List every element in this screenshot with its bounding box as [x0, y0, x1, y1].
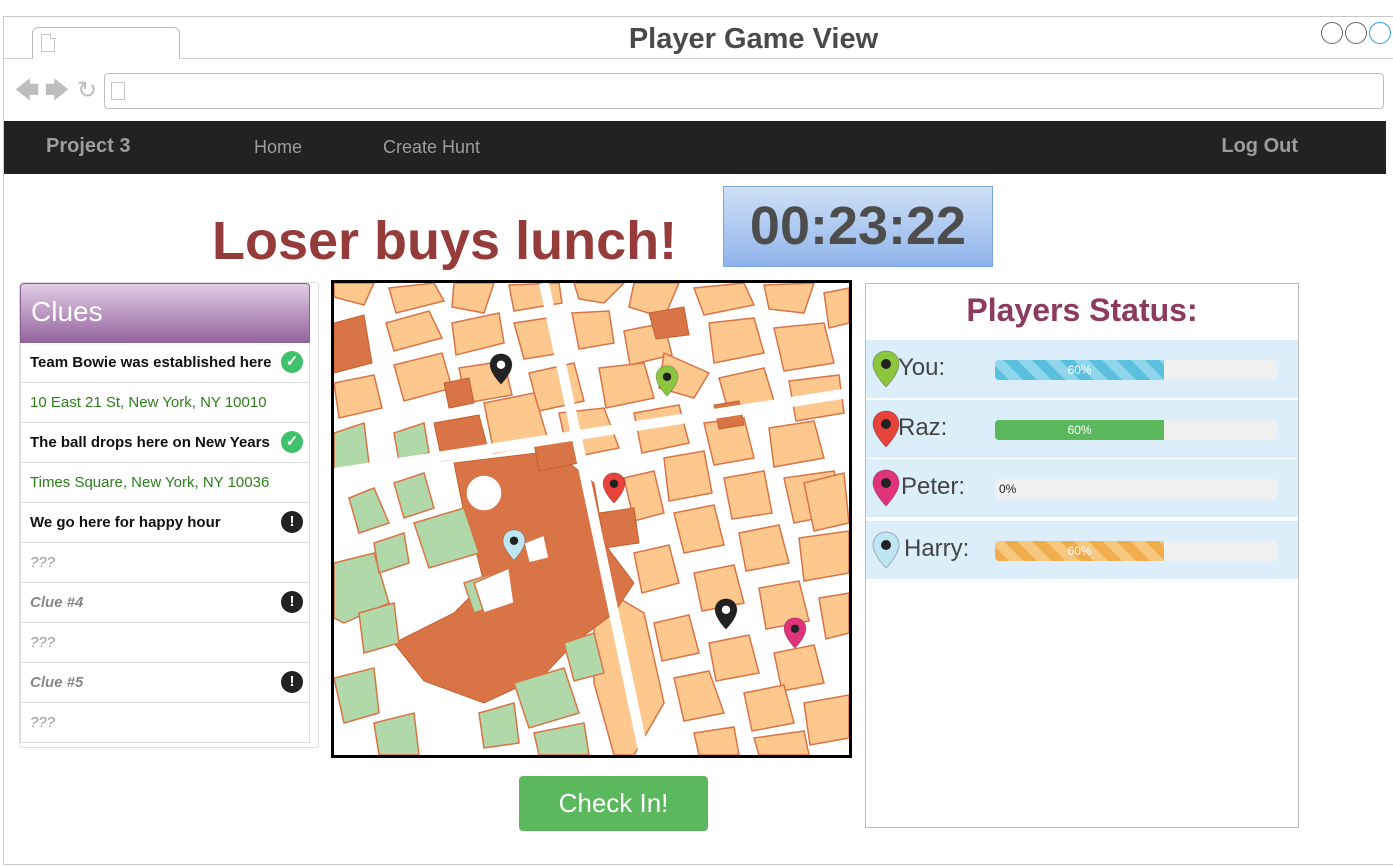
nav-link-create-hunt[interactable]: Create Hunt: [383, 137, 480, 158]
clue-text: ???: [30, 634, 56, 651]
player-name: Raz:: [898, 414, 948, 441]
map-pin-icon: [872, 410, 900, 448]
clue-address: Times Square, New York, NY 10036: [30, 474, 270, 491]
check-in-button[interactable]: Check In!: [519, 776, 708, 831]
title-bar: Player Game View: [4, 17, 1393, 59]
forward-arrow-icon[interactable]: 🡆: [44, 79, 70, 103]
restore-button[interactable]: [1345, 22, 1367, 44]
progress-bar: 60%: [995, 360, 1277, 380]
nav-link-home[interactable]: Home: [254, 137, 302, 158]
url-input[interactable]: [104, 73, 1384, 109]
players-status-panel: Players Status: You: 60% Raz: 60% Peter: 0% Ha…: [865, 283, 1299, 828]
address-bar-row: 🡄 🡆 ↻: [4, 59, 1393, 121]
map-pin-icon: [872, 350, 900, 388]
street-map: [334, 283, 849, 755]
progress-label: 0%: [999, 482, 1017, 496]
player-name: Peter:: [901, 473, 966, 500]
logout-link[interactable]: Log Out: [1221, 135, 1298, 158]
clue-text: Team Bowie was established here: [30, 354, 272, 371]
progress-fill: 60%: [995, 360, 1165, 380]
clue-text: We go here for happy hour: [30, 514, 221, 531]
exclamation-circle-icon: !: [281, 591, 303, 613]
clue-row: ???: [20, 623, 310, 663]
player-row: Harry: 60%: [866, 521, 1298, 579]
clue-row: Times Square, New York, NY 10036: [20, 463, 310, 503]
map-pin-icon[interactable]: [655, 365, 679, 397]
clue-address: 10 East 21 St, New York, NY 10010: [30, 394, 267, 411]
progress-fill: 60%: [995, 420, 1165, 440]
progress-bar: 60%: [995, 541, 1277, 561]
clue-text: Clue #5: [30, 674, 84, 691]
player-row: Raz: 60%: [866, 400, 1298, 458]
player-row: You: 60%: [866, 340, 1298, 398]
clue-row: The ball drops here on New Years ✓: [20, 423, 310, 463]
clue-text: ???: [30, 554, 56, 571]
clue-row: Clue #5!: [20, 663, 310, 703]
clues-title: Clues: [31, 296, 103, 327]
exclamation-circle-icon: !: [281, 511, 303, 533]
browser-window: Player Game View 🡄 🡆 ↻ Project 3 Home Cr…: [3, 16, 1393, 865]
players-status-title: Players Status:: [966, 292, 1198, 328]
exclamation-circle-icon: !: [281, 671, 303, 693]
minimize-button[interactable]: [1321, 22, 1343, 44]
map-pin-icon: [872, 469, 900, 507]
window-controls: [1321, 22, 1391, 44]
clue-row: Team Bowie was established here ✓: [20, 343, 310, 383]
clues-header: Clues: [20, 283, 310, 343]
clue-text: The ball drops here on New Years: [30, 434, 270, 451]
reload-icon[interactable]: ↻: [74, 79, 100, 103]
navigation-buttons: 🡄 🡆 ↻: [14, 79, 100, 103]
map-view[interactable]: [331, 280, 852, 758]
map-pin-icon: [872, 531, 900, 569]
clue-row: 10 East 21 St, New York, NY 10010: [20, 383, 310, 423]
player-name: You:: [898, 354, 946, 381]
map-pin-icon[interactable]: [602, 472, 626, 504]
back-arrow-icon[interactable]: 🡄: [14, 79, 40, 103]
progress-bar: 60%: [995, 420, 1277, 440]
map-pin-icon[interactable]: [714, 598, 738, 630]
progress-fill: 60%: [995, 541, 1165, 561]
map-pin-icon[interactable]: [502, 529, 526, 561]
navbar-brand[interactable]: Project 3: [46, 135, 130, 158]
clues-panel: Clues Team Bowie was established here ✓ 10…: [19, 282, 319, 748]
clue-row: Clue #4!: [20, 583, 310, 623]
map-pin-icon[interactable]: [489, 353, 513, 385]
map-pin-icon[interactable]: [783, 617, 807, 649]
clue-text: Clue #4: [30, 594, 84, 611]
check-circle-icon: ✓: [281, 431, 303, 453]
top-navbar: Project 3 Home Create Hunt Log Out: [4, 121, 1386, 174]
game-headline: Loser buys lunch!: [212, 211, 678, 271]
clue-row: ???: [20, 703, 310, 743]
player-name: Harry:: [904, 535, 970, 562]
clue-text: ???: [30, 714, 56, 731]
progress-bar: 0%: [995, 479, 1277, 499]
player-row: Peter: 0%: [866, 459, 1298, 517]
check-circle-icon: ✓: [281, 351, 303, 373]
window-title: Player Game View: [628, 23, 879, 55]
clue-row: ???: [20, 543, 310, 583]
maximize-button[interactable]: [1369, 22, 1391, 44]
countdown-timer: 00:23:22: [723, 186, 993, 267]
page-icon: [111, 82, 125, 100]
clue-row: We go here for happy hour!: [20, 503, 310, 543]
